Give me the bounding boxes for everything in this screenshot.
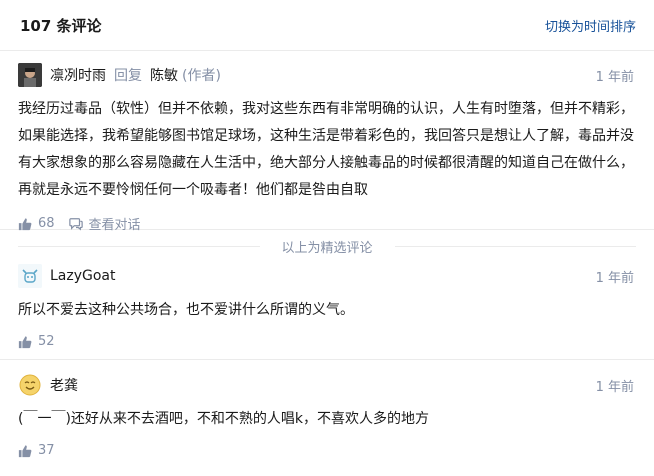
reply-target-author[interactable]: 陈敏 (150, 65, 178, 85)
thumbs-up-icon (18, 335, 32, 348)
comment-item: LazyGoat 1 年前 所以不爱去这种公共场合，也不爱讲什么所谓的义气。 5… (0, 263, 654, 360)
comment-content: 我经历过毒品（软性）但并不依赖，我对这些东西有非常明确的认识，人生有时堕落，但并… (18, 101, 634, 198)
comment-meta: 老龚 1 年前 (18, 372, 634, 398)
avatar[interactable] (18, 264, 42, 288)
comment-meta: 凛冽时雨 回复 陈敏 (作者) 1 年前 (18, 62, 634, 88)
thumbs-up-icon (18, 444, 32, 457)
view-conversation-button[interactable]: 查看对话 (68, 214, 141, 233)
comment-item: 凛冽时雨 回复 陈敏 (作者) 1 年前 我经历过毒品（软性）但并不依赖，我对这… (0, 62, 654, 233)
thumbs-up-icon (18, 217, 32, 230)
goat-avatar-icon (18, 264, 42, 288)
comment-count-title: 107 条评论 (20, 16, 102, 35)
comment-time: 1 年前 (595, 69, 634, 85)
sort-by-time-link[interactable]: 切换为时间排序 (545, 16, 636, 35)
like-button[interactable]: 68 (18, 216, 55, 231)
comment-content: (￣一￣)还好从来不去酒吧，不和不熟的人唱k，不喜欢人多的地方 (18, 411, 430, 427)
comment-actions: 37 (18, 443, 634, 458)
view-conversation-label: 查看对话 (88, 218, 141, 233)
comment-content: 所以不爱去这种公共场合，也不爱讲什么所谓的义气。 (18, 302, 354, 318)
smiley-avatar-icon (19, 374, 41, 396)
comment-actions: 52 (18, 334, 634, 349)
like-count: 37 (38, 443, 55, 458)
comment-author[interactable]: 凛冽时雨 (50, 65, 106, 85)
comment-item: 老龚 1 年前 (￣一￣)还好从来不去酒吧，不和不熟的人唱k，不喜欢人多的地方 … (0, 372, 654, 472)
comment-author[interactable]: LazyGoat (50, 268, 116, 284)
like-count: 52 (38, 334, 55, 349)
reply-word: 回复 (114, 68, 142, 84)
divider-line-left (18, 245, 260, 247)
comments-header: 107 条评论 切换为时间排序 (0, 0, 654, 51)
comment-time: 1 年前 (595, 379, 634, 395)
comment-time: 1 年前 (595, 270, 634, 286)
user-photo-icon (18, 63, 42, 87)
divider-line-right (394, 245, 637, 247)
comment-actions: 68 查看对话 (18, 214, 634, 233)
author-role-tag: (作者) (182, 68, 221, 84)
conversation-icon (68, 217, 83, 231)
avatar[interactable] (18, 63, 42, 87)
like-count: 68 (38, 216, 55, 231)
featured-comments-divider: 以上为精选评论 (0, 236, 654, 256)
like-button[interactable]: 52 (18, 334, 55, 349)
comment-author[interactable]: 老龚 (50, 375, 78, 395)
like-button[interactable]: 37 (18, 443, 55, 458)
comment-meta: LazyGoat 1 年前 (18, 263, 634, 289)
featured-divider-text: 以上为精选评论 (281, 240, 373, 256)
avatar[interactable] (18, 373, 42, 397)
